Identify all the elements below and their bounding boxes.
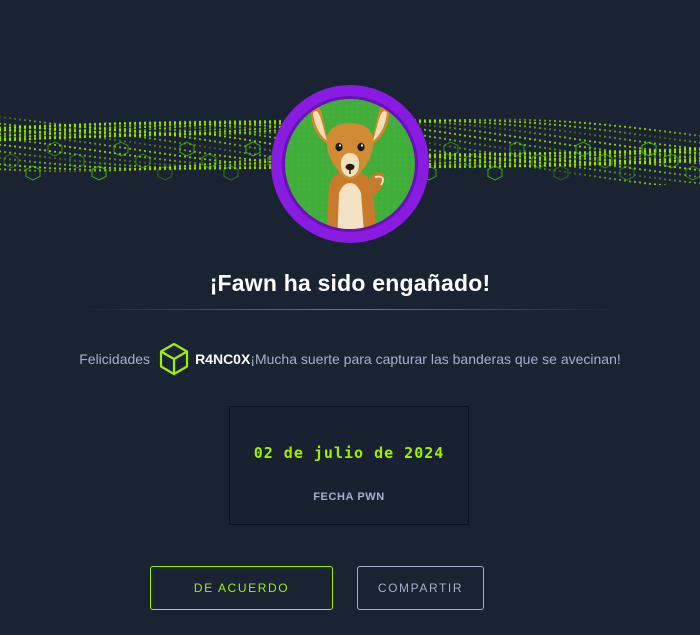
title-divider xyxy=(82,309,618,310)
pwn-date-card: 02 de julio de 2024 FECHA PWN xyxy=(229,406,469,525)
congrats-suffix: ¡Mucha suerte para capturar las banderas… xyxy=(250,351,621,367)
share-button[interactable]: COMPARTIR xyxy=(357,566,484,610)
ok-button[interactable]: DE ACUERDO xyxy=(150,566,333,610)
congrats-prefix: Felicidades xyxy=(79,351,151,367)
congrats-line: Felicidades R4NC0X ¡Mucha suerte para ca… xyxy=(0,341,700,377)
pwn-date-value: 02 de julio de 2024 xyxy=(253,444,445,462)
username-link[interactable]: R4NC0X xyxy=(195,351,250,367)
fawn-avatar xyxy=(271,85,429,243)
pwn-date-label: FECHA PWN xyxy=(313,491,385,503)
cube-icon xyxy=(159,342,189,376)
pwn-dialog: ¡Fawn ha sido engañado! Felicidades R4NC… xyxy=(0,0,700,635)
dialog-title: ¡Fawn ha sido engañado! xyxy=(209,270,491,296)
